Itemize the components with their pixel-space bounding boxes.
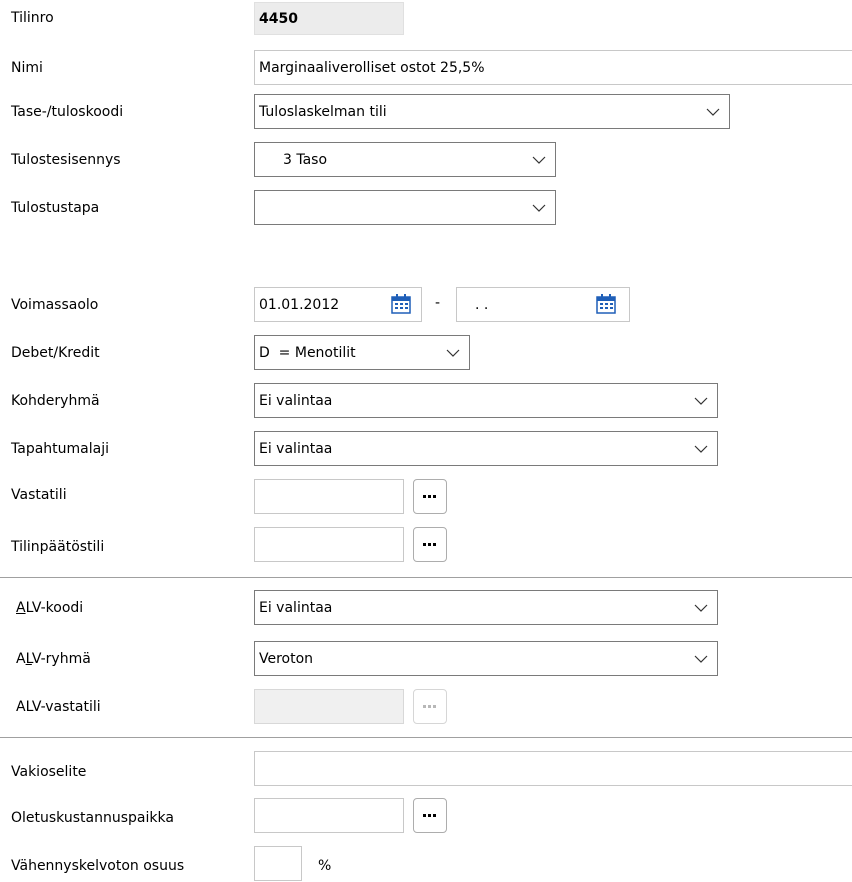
- event-type-value: Ei valintaa: [259, 441, 333, 457]
- balance-code-label: Tase-/tuloskoodi: [11, 104, 124, 120]
- section-divider: [0, 737, 852, 738]
- vat-code-value: Ei valintaa: [259, 600, 333, 616]
- vat-contra-label: ALV-vastatili: [16, 699, 101, 715]
- nondeductible-input[interactable]: [254, 846, 302, 881]
- validity-end-value: . .: [475, 297, 489, 313]
- print-indent-select[interactable]: 3 Taso: [254, 142, 556, 177]
- account-name-value: Marginaaliverolliset ostot 25,5%: [259, 60, 485, 76]
- account-number-field: 4450: [254, 2, 404, 35]
- closing-account-browse-button[interactable]: [413, 527, 447, 562]
- vat-code-label-key: A: [16, 600, 26, 616]
- vat-group-label: ALV-ryhmä: [16, 649, 91, 669]
- chevron-down-icon: [694, 655, 708, 663]
- target-group-select[interactable]: Ei valintaa: [254, 383, 718, 418]
- chevron-down-icon: [532, 156, 546, 164]
- print-method-select[interactable]: [254, 190, 556, 225]
- vat-code-select[interactable]: Ei valintaa: [254, 590, 718, 625]
- validity-separator: -: [435, 295, 441, 311]
- chevron-down-icon: [532, 204, 546, 212]
- cost-center-input[interactable]: [254, 798, 404, 833]
- event-type-select[interactable]: Ei valintaa: [254, 431, 718, 466]
- chevron-down-icon: [694, 604, 708, 612]
- vat-code-label: ALV-koodi: [16, 598, 83, 618]
- percent-sign: %: [318, 858, 332, 874]
- validity-label: Voimassaolo: [11, 297, 99, 313]
- cost-center-browse-button[interactable]: [413, 798, 447, 833]
- contra-account-label: Vastatili: [11, 487, 67, 503]
- target-group-label: Kohderyhmä: [11, 393, 100, 409]
- chevron-down-icon: [694, 445, 708, 453]
- account-number-value: 4450: [259, 11, 298, 27]
- default-text-label: Vakioselite: [11, 764, 87, 780]
- balance-code-select[interactable]: Tuloslaskelman tili: [254, 94, 730, 129]
- vat-code-label-rest: LV-koodi: [25, 600, 84, 616]
- print-method-label: Tulostustapa: [11, 200, 100, 216]
- calendar-icon[interactable]: [595, 293, 617, 315]
- closing-account-input[interactable]: [254, 527, 404, 562]
- debit-credit-label: Debet/Kredit: [11, 345, 100, 361]
- contra-account-browse-button[interactable]: [413, 479, 447, 514]
- print-indent-value: 3 Taso: [283, 152, 328, 168]
- balance-code-value: Tuloslaskelman tili: [259, 104, 387, 120]
- contra-account-input[interactable]: [254, 479, 404, 514]
- target-group-value: Ei valintaa: [259, 393, 333, 409]
- cost-center-label: Oletuskustannuspaikka: [11, 810, 174, 826]
- vat-contra-input: [254, 689, 404, 724]
- chevron-down-icon: [694, 397, 708, 405]
- chevron-down-icon: [446, 349, 460, 357]
- vat-contra-browse-button: [413, 689, 447, 724]
- section-divider: [0, 577, 852, 578]
- event-type-label: Tapahtumalaji: [11, 441, 109, 457]
- validity-start-value: 01.01.2012: [259, 297, 340, 313]
- account-name-label: Nimi: [11, 60, 43, 76]
- nondeductible-label: Vähennyskelvoton osuus: [11, 858, 185, 874]
- calendar-icon[interactable]: [390, 293, 412, 315]
- account-number-label: Tilinro: [11, 10, 54, 26]
- closing-account-label: Tilinpäätöstili: [11, 539, 105, 555]
- vat-group-select[interactable]: Veroton: [254, 641, 718, 676]
- debit-credit-select[interactable]: D = Menotilit: [254, 335, 470, 370]
- validity-end-input[interactable]: . .: [456, 287, 630, 322]
- validity-start-input[interactable]: 01.01.2012: [254, 287, 422, 322]
- vat-group-value: Veroton: [259, 651, 314, 667]
- default-text-input[interactable]: [254, 751, 852, 786]
- account-name-input[interactable]: Marginaaliverolliset ostot 25,5%: [254, 50, 852, 85]
- chevron-down-icon: [706, 108, 720, 116]
- debit-credit-value: D = Menotilit: [259, 345, 356, 361]
- vat-group-label-pre: A: [16, 651, 26, 667]
- print-indent-label: Tulostesisennys: [11, 152, 121, 168]
- vat-group-label-rest: V-ryhmä: [31, 651, 91, 667]
